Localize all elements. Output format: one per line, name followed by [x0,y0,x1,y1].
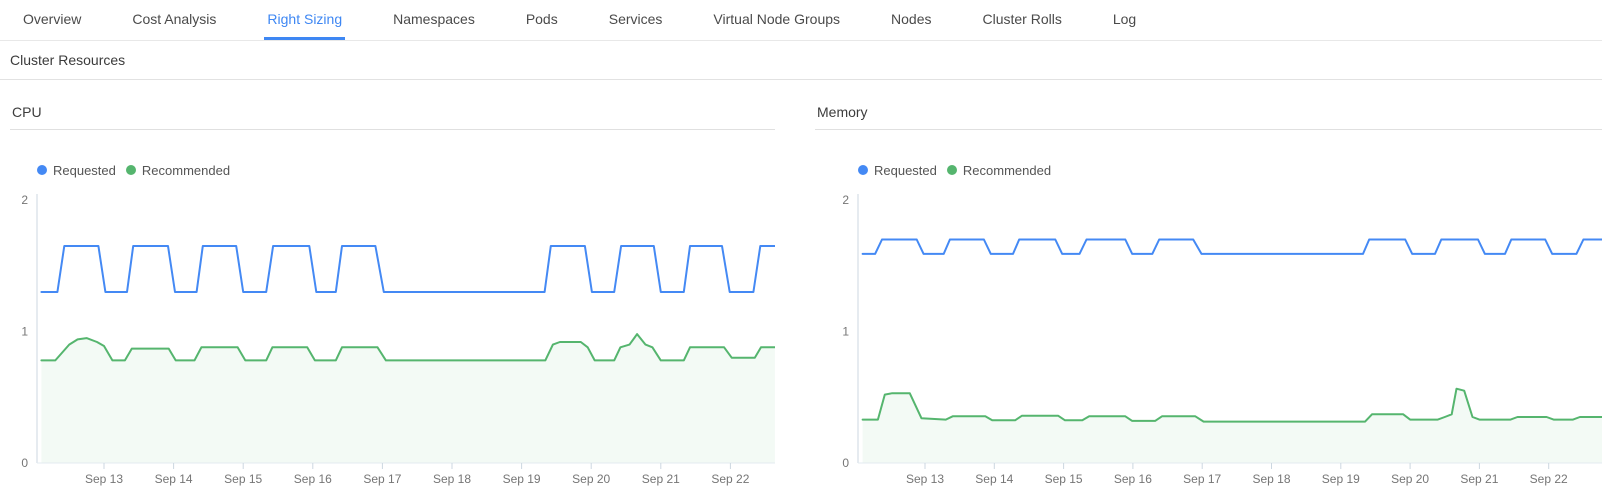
memory-line-chart[interactable]: 0 1 2 Sep 13 Sep 14 Sep 15 Sep 16 Sep 17 Sep 18 S… [815,190,1602,490]
x-tick-label: Sep 18 [433,472,471,486]
tab-overview[interactable]: Overview [20,0,84,40]
x-tick-label: Sep 21 [1460,472,1498,486]
cpu-chart-title: CPU [10,98,775,130]
x-tick-label: Sep 18 [1252,472,1290,486]
x-tick-label: Sep 14 [155,472,193,486]
legend-item-recommended[interactable]: Recommended [947,163,1051,178]
memory-recommended-area [863,389,1602,463]
x-tick-label: Sep 22 [711,472,749,486]
section-header: Cluster Resources [0,41,1602,80]
y-tick-label: 0 [842,456,849,470]
y-tick-label: 0 [21,456,28,470]
tab-namespaces[interactable]: Namespaces [390,0,478,40]
x-tick-label: Sep 13 [85,472,123,486]
x-tick-label: Sep 15 [224,472,262,486]
tab-services[interactable]: Services [606,0,666,40]
x-tick-label: Sep 19 [1322,472,1360,486]
cpu-chart-legend: Requested Recommended [37,162,775,178]
recommended-dot-icon [947,165,957,175]
section-title: Cluster Resources [10,52,125,68]
x-tick-label: Sep 16 [294,472,332,486]
legend-label-requested: Requested [874,163,937,178]
x-tick-label: Sep 17 [1183,472,1221,486]
x-tick-label: Sep 21 [642,472,680,486]
tab-cost-analysis[interactable]: Cost Analysis [129,0,219,40]
memory-requested-line [863,240,1602,254]
memory-chart-panel: Memory Requested Recommended 0 1 2 Sep 13 Se… [815,98,1602,490]
x-tick-label: Sep 19 [503,472,541,486]
cluster-resources-charts: CPU Requested Recommended 0 1 2 Sep 13 Sep 1… [0,98,1602,490]
memory-chart-legend: Requested Recommended [858,162,1602,178]
legend-item-requested[interactable]: Requested [858,163,937,178]
y-tick-label: 2 [21,193,28,207]
x-tick-label: Sep 15 [1045,472,1083,486]
requested-dot-icon [858,165,868,175]
tab-nodes[interactable]: Nodes [888,0,934,40]
tab-right-sizing[interactable]: Right Sizing [264,0,345,40]
legend-label-recommended: Recommended [142,163,230,178]
cpu-recommended-area [41,334,775,463]
x-tick-label: Sep 14 [975,472,1013,486]
x-tick-label: Sep 16 [1114,472,1152,486]
x-tick-label: Sep 17 [363,472,401,486]
recommended-dot-icon [126,165,136,175]
y-tick-label: 2 [842,193,849,207]
tab-virtual-node-groups[interactable]: Virtual Node Groups [710,0,843,40]
cpu-chart-panel: CPU Requested Recommended 0 1 2 Sep 13 Sep 1… [10,98,775,490]
tab-cluster-rolls[interactable]: Cluster Rolls [979,0,1064,40]
x-tick-label: Sep 13 [906,472,944,486]
requested-dot-icon [37,165,47,175]
cpu-line-chart[interactable]: 0 1 2 Sep 13 Sep 14 Sep 15 Sep 16 Sep 17 Sep 18 S… [10,190,775,490]
memory-chart-title: Memory [815,98,1602,130]
tab-bar: Overview Cost Analysis Right Sizing Namespa… [0,0,1602,41]
x-tick-label: Sep 22 [1530,472,1568,486]
tab-log[interactable]: Log [1110,0,1139,40]
x-tick-label: Sep 20 [1391,472,1429,486]
legend-item-requested[interactable]: Requested [37,163,116,178]
tab-pods[interactable]: Pods [523,0,561,40]
cpu-requested-line [41,246,775,292]
legend-label-recommended: Recommended [963,163,1051,178]
x-tick-label: Sep 20 [572,472,610,486]
y-tick-label: 1 [21,325,28,339]
legend-label-requested: Requested [53,163,116,178]
legend-item-recommended[interactable]: Recommended [126,163,230,178]
y-tick-label: 1 [842,325,849,339]
memory-recommended-line [863,389,1602,422]
